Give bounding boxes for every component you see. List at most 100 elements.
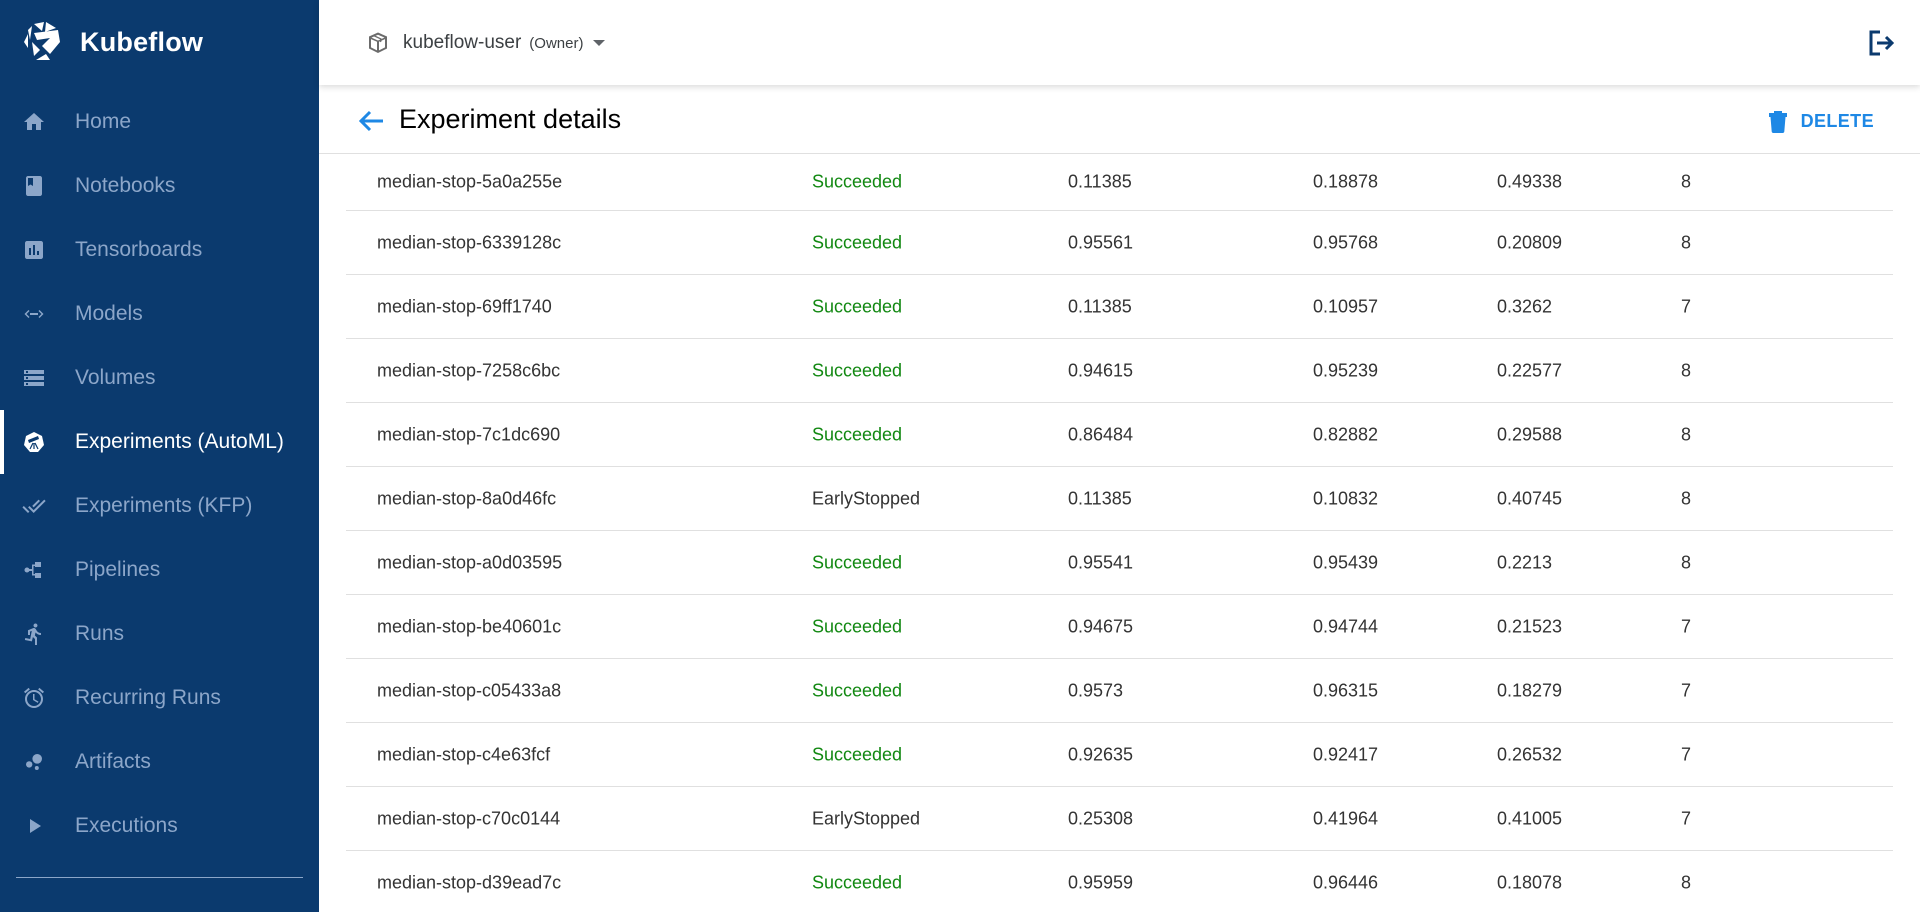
trial-status: Succeeded [812, 424, 903, 444]
table-row[interactable]: median-stop-d39ead7c Succeeded 0.95959 0.96… [346, 851, 1893, 912]
sidebar-item-pipelines[interactable]: Pipelines [0, 538, 319, 602]
trash-icon [1768, 111, 1787, 133]
trial-status: Succeeded [812, 680, 903, 700]
table-row[interactable]: median-stop-c4e63fcf Succeeded 0.92635 0.92… [346, 723, 1893, 787]
back-button[interactable] [357, 107, 385, 135]
trial-name: median-stop-d39ead7c [377, 872, 562, 892]
trial-status: Succeeded [812, 616, 903, 636]
metric-1: 0.94615 [1068, 360, 1134, 380]
trial-name: median-stop-a0d03595 [377, 552, 563, 572]
arrow-back-icon [358, 110, 383, 132]
metric-1: 0.94675 [1068, 616, 1134, 636]
page-header: Experiment details DELETE [319, 85, 1920, 154]
sidebar-item-label: Experiments (AutoML) [75, 430, 284, 453]
namespace-selector[interactable]: kubeflow-user (Owner) [366, 28, 606, 58]
metric-3: 0.22577 [1497, 360, 1563, 380]
top-bar: kubeflow-user (Owner) [319, 0, 1920, 85]
metric-2: 0.96315 [1313, 680, 1379, 700]
sidebar-item-label: Recurring Runs [75, 686, 221, 709]
trial-name: median-stop-c05433a8 [377, 680, 562, 700]
sidebar-item-label: Models [75, 302, 143, 325]
metric-3: 0.18279 [1497, 680, 1563, 700]
table-row[interactable]: median-stop-7258c6bc Succeeded 0.94615 0.95… [346, 339, 1893, 403]
metric-3: 0.41005 [1497, 808, 1563, 828]
trial-name: median-stop-5a0a255e [377, 171, 563, 192]
table-row[interactable]: median-stop-c70c0144 EarlyStopped 0.25308 0… [346, 787, 1893, 851]
metric-4: 8 [1681, 488, 1692, 508]
chart-icon [22, 238, 46, 262]
sidebar-item-recurring-runs[interactable]: Recurring Runs [0, 666, 319, 730]
metric-3: 0.20809 [1497, 232, 1563, 252]
sidebar-item-label: Notebooks [75, 174, 176, 197]
sidebar-item-artifacts[interactable]: Artifacts [0, 730, 319, 794]
content-area: median-stop-5a0a255e Succeeded 0.11385 0.18… [319, 154, 1920, 912]
metric-3: 0.18078 [1497, 872, 1563, 892]
metric-1: 0.95541 [1068, 552, 1134, 572]
metric-4: 8 [1681, 171, 1692, 192]
sidebar-item-executions[interactable]: Executions [0, 794, 319, 858]
sidebar-item-label: Volumes [75, 366, 156, 389]
sidebar-item-experiments-kfp[interactable]: Experiments (KFP) [0, 474, 319, 538]
sidebar-item-home[interactable]: Home [0, 90, 319, 154]
metric-4: 8 [1681, 552, 1692, 572]
bubbles-icon [22, 750, 46, 774]
metric-2: 0.94744 [1313, 616, 1379, 636]
metric-4: 8 [1681, 872, 1692, 892]
metric-3: 0.2213 [1497, 552, 1553, 572]
metric-1: 0.9573 [1068, 680, 1124, 700]
metric-3: 0.3262 [1497, 296, 1553, 316]
metric-1: 0.25308 [1068, 808, 1134, 828]
sidebar-item-notebooks[interactable]: Notebooks [0, 154, 319, 218]
metric-2: 0.18878 [1313, 171, 1379, 192]
logout-button[interactable] [1866, 28, 1896, 58]
sidebar-item-label: Pipelines [75, 558, 161, 581]
metric-3: 0.21523 [1497, 616, 1563, 636]
storage-icon [22, 366, 46, 390]
sidebar-item-volumes[interactable]: Volumes [0, 346, 319, 410]
table-row[interactable]: median-stop-6339128c Succeeded 0.95561 0.95… [346, 211, 1893, 275]
sidebar-item-runs[interactable]: Runs [0, 602, 319, 666]
sidebar-divider [16, 877, 303, 878]
table-row[interactable]: median-stop-69ff1740 Succeeded 0.11385 0.10… [346, 275, 1893, 339]
sidebar-item-label: Artifacts [75, 750, 151, 773]
play-icon [22, 814, 46, 838]
trial-name: median-stop-69ff1740 [377, 296, 552, 316]
trial-status: Succeeded [812, 171, 903, 192]
table-row[interactable]: median-stop-c05433a8 Succeeded 0.9573 0.963… [346, 659, 1893, 723]
sidebar-item-label: Experiments (KFP) [75, 494, 253, 517]
table-row[interactable]: median-stop-8a0d46fc EarlyStopped 0.11385 0… [346, 467, 1893, 531]
run-icon [22, 622, 46, 646]
metric-1: 0.11385 [1068, 488, 1132, 508]
sidebar-item-models[interactable]: Models [0, 282, 319, 346]
table-row[interactable]: median-stop-5a0a255e Succeeded 0.11385 0.18… [346, 154, 1893, 211]
metric-4: 7 [1681, 744, 1692, 764]
metric-4: 7 [1681, 296, 1692, 316]
metric-4: 7 [1681, 808, 1692, 828]
sidebar-item-experiments-automl[interactable]: Experiments (AutoML) [0, 410, 319, 474]
metric-3: 0.26532 [1497, 744, 1563, 764]
code-arrows-icon [22, 302, 46, 326]
brand[interactable]: Kubeflow [20, 20, 203, 64]
metric-3: 0.40745 [1497, 488, 1563, 508]
done-all-icon [22, 494, 46, 518]
metric-2: 0.95768 [1313, 232, 1379, 252]
table-row[interactable]: median-stop-be40601c Succeeded 0.94675 0.94… [346, 595, 1893, 659]
trial-name: median-stop-7258c6bc [377, 360, 561, 380]
metric-2: 0.96446 [1313, 872, 1379, 892]
trial-status: EarlyStopped [812, 808, 921, 828]
trial-name: median-stop-c70c0144 [377, 808, 561, 828]
sidebar-item-tensorboards[interactable]: Tensorboards [0, 218, 319, 282]
sidebar-nav: Home Notebooks Tensorboards Models Volum… [0, 90, 319, 858]
metric-2: 0.82882 [1313, 424, 1379, 444]
table-row[interactable]: median-stop-7c1dc690 Succeeded 0.86484 0.82… [346, 403, 1893, 467]
table-row[interactable]: median-stop-a0d03595 Succeeded 0.95541 0.95… [346, 531, 1893, 595]
metric-2: 0.41964 [1313, 808, 1379, 828]
namespace-name: kubeflow-user [403, 32, 522, 53]
sidebar-item-label: Tensorboards [75, 238, 203, 261]
trials-table: median-stop-5a0a255e Succeeded 0.11385 0.18… [346, 154, 1893, 912]
pipeline-icon [22, 558, 46, 582]
trial-status: Succeeded [812, 232, 903, 252]
trial-name: median-stop-6339128c [377, 232, 562, 252]
delete-button[interactable]: DELETE [1767, 107, 1874, 135]
book-icon [22, 174, 46, 198]
